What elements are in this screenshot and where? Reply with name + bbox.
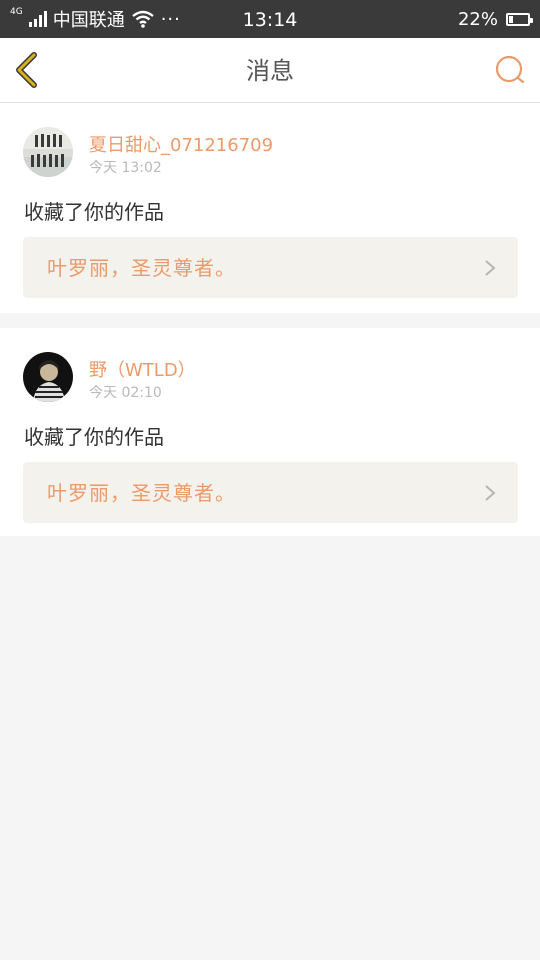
- nav-header: 消息: [0, 38, 540, 103]
- message-time: 今天 13:02: [89, 160, 162, 176]
- avatar[interactable]: [23, 127, 73, 177]
- message-action: 收藏了你的作品: [24, 200, 164, 224]
- user-name[interactable]: 野（WTLD）: [89, 356, 196, 382]
- avatar[interactable]: [23, 352, 73, 402]
- battery-icon: [506, 12, 533, 26]
- battery-percent: 22%: [457, 8, 498, 30]
- work-title: 叶罗丽，圣灵尊者。: [47, 256, 236, 280]
- avatar-image: [23, 127, 73, 177]
- chevron-right-icon: [485, 260, 496, 276]
- status-bar-right: 22%: [457, 0, 533, 38]
- search-button[interactable]: [494, 54, 526, 86]
- battery-fill: [509, 15, 514, 23]
- message-item: 夏日甜心_071216709 今天 13:02 收藏了你的作品 叶罗丽，圣灵尊者…: [0, 103, 540, 313]
- message-item: 野（WTLD） 今天 02:10 收藏了你的作品 叶罗丽，圣灵尊者。: [0, 328, 540, 536]
- search-icon: [495, 55, 525, 84]
- page-title: 消息: [246, 57, 294, 85]
- chevron-right-icon: [485, 485, 496, 501]
- status-bar: 4G 中国联通 ··· 13:14 22%: [0, 0, 540, 38]
- work-reference[interactable]: 叶罗丽，圣灵尊者。: [23, 462, 518, 523]
- message-action: 收藏了你的作品: [24, 425, 164, 449]
- work-title: 叶罗丽，圣灵尊者。: [47, 481, 236, 505]
- work-reference[interactable]: 叶罗丽，圣灵尊者。: [23, 237, 518, 298]
- avatar-image: [23, 352, 73, 402]
- message-time: 今天 02:10: [89, 385, 162, 401]
- user-name[interactable]: 夏日甜心_071216709: [89, 131, 273, 157]
